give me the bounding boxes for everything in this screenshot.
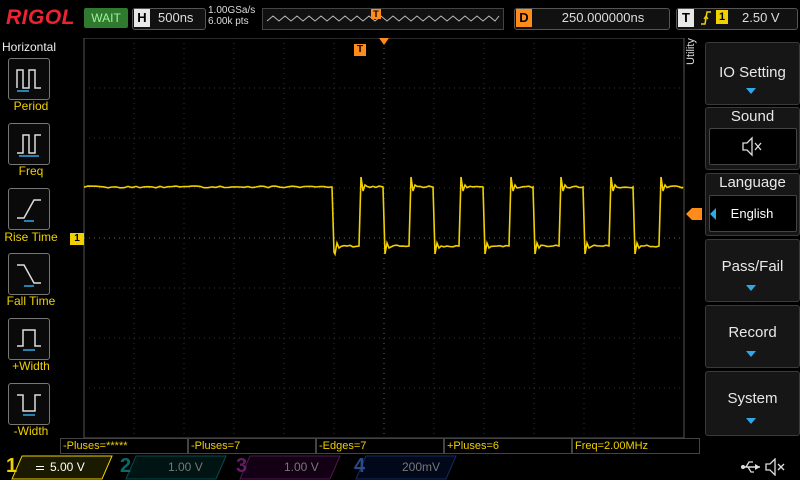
sample-rate: 1.00GSa/s xyxy=(208,5,255,16)
measurement-item[interactable]: Freq=2.00MHz xyxy=(572,438,700,454)
pass-fail-label: Pass/Fail xyxy=(705,258,800,275)
fall-time-button[interactable] xyxy=(8,253,50,295)
horizontal-label: H xyxy=(134,9,150,27)
ch2-scale[interactable]: 1.00 V xyxy=(168,460,203,474)
trigger-label: T xyxy=(678,9,694,27)
memory-trigger-marker: T xyxy=(371,9,381,19)
ch1-waveform xyxy=(84,177,683,254)
rigol-logo: RIGOL xyxy=(6,6,75,30)
ch1-scale-value: 5.00 V xyxy=(50,460,85,474)
sample-info: 1.00GSa/s 6.00k pts xyxy=(208,5,255,27)
trigger-source-badge: 1 xyxy=(716,10,728,24)
trigger-position-marker[interactable]: T xyxy=(354,44,366,56)
rise-time-button[interactable] xyxy=(8,188,50,230)
freq-icon xyxy=(14,129,44,159)
system-arrow-icon xyxy=(746,418,756,424)
ch4-scale[interactable]: 200mV xyxy=(402,460,440,474)
timebase-value: 500ns xyxy=(158,10,193,25)
record-arrow-icon xyxy=(746,351,756,357)
measurement-item[interactable]: -Pluses=***** xyxy=(60,438,188,454)
period-label: Period xyxy=(0,99,62,113)
freq-button[interactable] xyxy=(8,123,50,165)
speaker-mute-icon xyxy=(764,458,790,476)
rise-time-icon xyxy=(14,194,44,224)
record-label: Record xyxy=(705,324,800,341)
period-icon xyxy=(14,64,44,94)
system-label: System xyxy=(705,390,800,407)
ch1-scale[interactable]: 5.00 V xyxy=(36,460,85,474)
sound-value-box xyxy=(709,128,797,165)
io-setting-label: IO Setting xyxy=(705,64,800,81)
measurement-item[interactable]: -Pluses=7 xyxy=(188,438,316,454)
measurement-item[interactable]: +Pluses=6 xyxy=(444,438,572,454)
language-value: English xyxy=(709,206,795,221)
negative-width-label: -Width xyxy=(0,424,62,438)
run-status-badge: WAIT xyxy=(84,8,128,28)
negative-width-icon xyxy=(14,389,44,419)
delay-label: D xyxy=(516,9,532,27)
ch1-number[interactable]: 1 xyxy=(6,455,17,478)
waveform-display[interactable] xyxy=(60,38,700,438)
rising-edge-icon xyxy=(700,10,712,26)
negative-width-button[interactable] xyxy=(8,383,50,425)
right-menu-title: Utility xyxy=(685,38,697,65)
ch3-scale[interactable]: 1.00 V xyxy=(284,460,319,474)
fall-time-icon xyxy=(14,259,44,289)
speaker-mute-icon xyxy=(710,129,796,164)
center-marker-icon xyxy=(379,38,389,46)
memory-depth: 6.00k pts xyxy=(208,16,255,27)
ch1-offset-marker[interactable]: 1 xyxy=(70,233,84,245)
rise-time-label: Rise Time xyxy=(0,230,62,244)
ch3-number[interactable]: 3 xyxy=(236,455,247,478)
delay-value: 250.000000ns xyxy=(540,10,666,25)
ch2-number[interactable]: 2 xyxy=(120,455,131,478)
pass-fail-arrow-icon xyxy=(746,285,756,291)
left-menu-title: Horizontal xyxy=(2,40,56,54)
period-button[interactable] xyxy=(8,58,50,100)
measurement-item[interactable]: -Edges=7 xyxy=(316,438,444,454)
fall-time-label: Fall Time xyxy=(0,294,62,308)
channel-tabs-background xyxy=(0,454,700,480)
language-label: Language xyxy=(705,174,800,191)
memory-overview-strip: T xyxy=(262,8,504,30)
freq-label: Freq xyxy=(0,164,62,178)
io-setting-arrow-icon xyxy=(746,88,756,94)
memory-waveform-overview xyxy=(263,9,503,29)
usb-icon xyxy=(740,458,762,476)
positive-width-label: +Width xyxy=(0,359,62,373)
sound-label: Sound xyxy=(705,108,800,125)
ch4-number[interactable]: 4 xyxy=(354,455,365,478)
positive-width-icon xyxy=(14,324,44,354)
trigger-level-value: 2.50 V xyxy=(742,10,780,25)
positive-width-button[interactable] xyxy=(8,318,50,360)
trigger-level-marker-icon[interactable] xyxy=(686,208,702,220)
